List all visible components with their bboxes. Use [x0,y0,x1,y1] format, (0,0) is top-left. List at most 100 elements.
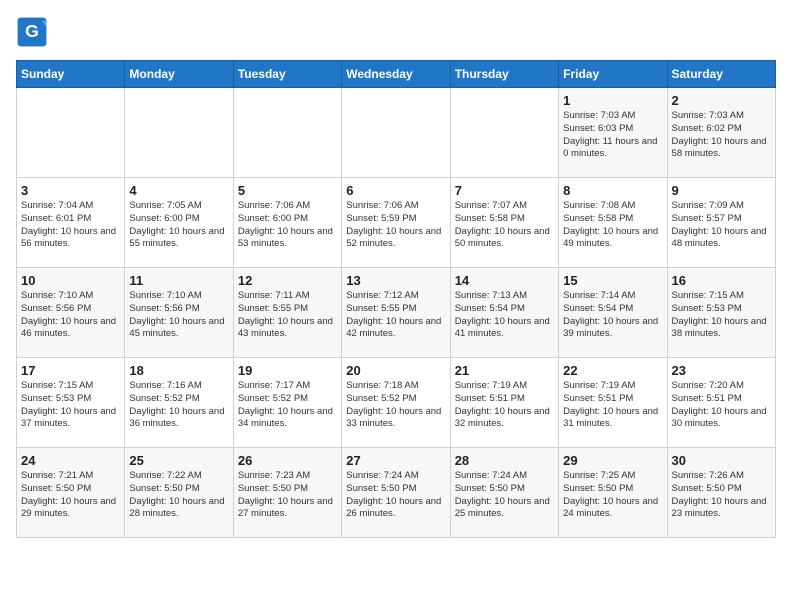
day-number: 7 [455,183,554,198]
calendar-cell: 3 Sunrise: 7:04 AM Sunset: 6:01 PM Daylig… [17,178,125,268]
header: G [16,16,776,48]
cell-info: Sunrise: 7:18 AM Sunset: 5:52 PM Dayligh… [346,380,445,431]
calendar-cell: 26 Sunrise: 7:23 AM Sunset: 5:50 PM Dayli… [233,448,341,538]
calendar-cell [17,88,125,178]
day-number: 17 [21,363,120,378]
day-number: 28 [455,453,554,468]
calendar-cell [125,88,233,178]
day-number: 27 [346,453,445,468]
calendar-cell: 2 Sunrise: 7:03 AM Sunset: 6:02 PM Daylig… [667,88,775,178]
day-number: 8 [563,183,662,198]
cell-info: Sunrise: 7:07 AM Sunset: 5:58 PM Dayligh… [455,200,554,251]
cell-info: Sunrise: 7:20 AM Sunset: 5:51 PM Dayligh… [672,380,771,431]
cell-info: Sunrise: 7:26 AM Sunset: 5:50 PM Dayligh… [672,470,771,521]
day-number: 18 [129,363,228,378]
cell-info: Sunrise: 7:06 AM Sunset: 5:59 PM Dayligh… [346,200,445,251]
weekday-header-saturday: Saturday [667,61,775,88]
weekday-header-sunday: Sunday [17,61,125,88]
calendar-cell: 27Sunrise: 7:24 AM Sunset: 5:50 PM Dayli… [342,448,450,538]
calendar-cell: 14Sunrise: 7:13 AM Sunset: 5:54 PM Dayli… [450,268,558,358]
cell-info: Sunrise: 7:10 AM Sunset: 5:56 PM Dayligh… [21,290,120,341]
cell-info: Sunrise: 7:03 AM Sunset: 6:02 PM Dayligh… [672,110,771,161]
week-row-2: 3 Sunrise: 7:04 AM Sunset: 6:01 PM Daylig… [17,178,776,268]
day-number: 9 [672,183,771,198]
day-number: 12 [238,273,337,288]
cell-info: Sunrise: 7:15 AM Sunset: 5:53 PM Dayligh… [21,380,120,431]
calendar-cell: 21Sunrise: 7:19 AM Sunset: 5:51 PM Dayli… [450,358,558,448]
logo-icon: G [16,16,48,48]
calendar-cell: 19Sunrise: 7:17 AM Sunset: 5:52 PM Dayli… [233,358,341,448]
weekday-header-wednesday: Wednesday [342,61,450,88]
calendar-cell: 8Sunrise: 7:08 AM Sunset: 5:58 PM Daylig… [559,178,667,268]
day-number: 11 [129,273,228,288]
day-number: 29 [563,453,662,468]
calendar-cell: 29 Sunrise: 7:25 AM Sunset: 5:50 PM Dayli… [559,448,667,538]
calendar-cell: 11 Sunrise: 7:10 AM Sunset: 5:56 PM Dayli… [125,268,233,358]
cell-info: Sunrise: 7:15 AM Sunset: 5:53 PM Dayligh… [672,290,771,341]
cell-info: Sunrise: 7:23 AM Sunset: 5:50 PM Dayligh… [238,470,337,521]
cell-info: Sunrise: 7:24 AM Sunset: 5:50 PM Dayligh… [455,470,554,521]
calendar-cell: 25 Sunrise: 7:22 AM Sunset: 5:50 PM Dayli… [125,448,233,538]
cell-info: Sunrise: 7:09 AM Sunset: 5:57 PM Dayligh… [672,200,771,251]
day-number: 6 [346,183,445,198]
day-number: 13 [346,273,445,288]
week-row-4: 17 Sunrise: 7:15 AM Sunset: 5:53 PM Dayli… [17,358,776,448]
cell-info: Sunrise: 7:22 AM Sunset: 5:50 PM Dayligh… [129,470,228,521]
cell-info: Sunrise: 7:13 AM Sunset: 5:54 PM Dayligh… [455,290,554,341]
week-row-1: 1 Sunrise: 7:03 AM Sunset: 6:03 PM Daylig… [17,88,776,178]
calendar-cell: 24Sunrise: 7:21 AM Sunset: 5:50 PM Dayli… [17,448,125,538]
calendar-cell: 5Sunrise: 7:06 AM Sunset: 6:00 PM Daylig… [233,178,341,268]
page-container: G SundayMondayTuesdayWednesdayThursdayFr… [0,0,792,548]
cell-info: Sunrise: 7:11 AM Sunset: 5:55 PM Dayligh… [238,290,337,341]
calendar-cell: 20Sunrise: 7:18 AM Sunset: 5:52 PM Dayli… [342,358,450,448]
calendar-cell: 15Sunrise: 7:14 AM Sunset: 5:54 PM Dayli… [559,268,667,358]
day-number: 15 [563,273,662,288]
logo: G [16,16,52,48]
cell-info: Sunrise: 7:16 AM Sunset: 5:52 PM Dayligh… [129,380,228,431]
day-number: 30 [672,453,771,468]
calendar-cell: 1 Sunrise: 7:03 AM Sunset: 6:03 PM Daylig… [559,88,667,178]
cell-info: Sunrise: 7:03 AM Sunset: 6:03 PM Dayligh… [563,110,662,161]
calendar-cell: 18 Sunrise: 7:16 AM Sunset: 5:52 PM Dayli… [125,358,233,448]
calendar-cell: 17 Sunrise: 7:15 AM Sunset: 5:53 PM Dayli… [17,358,125,448]
cell-info: Sunrise: 7:25 AM Sunset: 5:50 PM Dayligh… [563,470,662,521]
cell-info: Sunrise: 7:04 AM Sunset: 6:01 PM Dayligh… [21,200,120,251]
calendar-cell: 22 Sunrise: 7:19 AM Sunset: 5:51 PM Dayli… [559,358,667,448]
day-number: 19 [238,363,337,378]
cell-info: Sunrise: 7:10 AM Sunset: 5:56 PM Dayligh… [129,290,228,341]
calendar-cell: 6 Sunrise: 7:06 AM Sunset: 5:59 PM Daylig… [342,178,450,268]
calendar-cell: 12 Sunrise: 7:11 AM Sunset: 5:55 PM Dayli… [233,268,341,358]
week-row-3: 10 Sunrise: 7:10 AM Sunset: 5:56 PM Dayli… [17,268,776,358]
calendar-cell: 30 Sunrise: 7:26 AM Sunset: 5:50 PM Dayli… [667,448,775,538]
calendar-cell: 7 Sunrise: 7:07 AM Sunset: 5:58 PM Daylig… [450,178,558,268]
calendar-cell: 16Sunrise: 7:15 AM Sunset: 5:53 PM Dayli… [667,268,775,358]
cell-info: Sunrise: 7:19 AM Sunset: 5:51 PM Dayligh… [563,380,662,431]
day-number: 23 [672,363,771,378]
day-number: 3 [21,183,120,198]
calendar-table: SundayMondayTuesdayWednesdayThursdayFrid… [16,60,776,538]
day-number: 21 [455,363,554,378]
calendar-cell: 23 Sunrise: 7:20 AM Sunset: 5:51 PM Dayli… [667,358,775,448]
day-number: 24 [21,453,120,468]
day-number: 4 [129,183,228,198]
day-number: 25 [129,453,228,468]
calendar-cell: 9 Sunrise: 7:09 AM Sunset: 5:57 PM Daylig… [667,178,775,268]
week-row-5: 24Sunrise: 7:21 AM Sunset: 5:50 PM Dayli… [17,448,776,538]
weekday-header-thursday: Thursday [450,61,558,88]
day-number: 10 [21,273,120,288]
weekday-header-friday: Friday [559,61,667,88]
weekday-header-tuesday: Tuesday [233,61,341,88]
day-number: 1 [563,93,662,108]
cell-info: Sunrise: 7:12 AM Sunset: 5:55 PM Dayligh… [346,290,445,341]
calendar-cell [342,88,450,178]
day-number: 22 [563,363,662,378]
calendar-cell: 10 Sunrise: 7:10 AM Sunset: 5:56 PM Dayli… [17,268,125,358]
cell-info: Sunrise: 7:06 AM Sunset: 6:00 PM Dayligh… [238,200,337,251]
weekday-header-row: SundayMondayTuesdayWednesdayThursdayFrid… [17,61,776,88]
day-number: 26 [238,453,337,468]
calendar-cell [233,88,341,178]
calendar-cell: 28 Sunrise: 7:24 AM Sunset: 5:50 PM Dayli… [450,448,558,538]
calendar-cell: 4Sunrise: 7:05 AM Sunset: 6:00 PM Daylig… [125,178,233,268]
svg-text:G: G [25,21,39,41]
day-number: 2 [672,93,771,108]
